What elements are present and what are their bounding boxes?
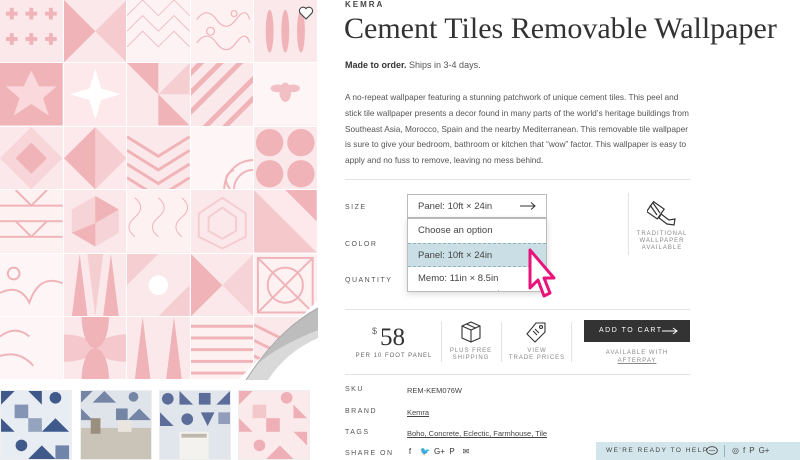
tile-pattern bbox=[127, 0, 191, 64]
tile-pattern bbox=[190, 63, 255, 127]
traditional-wallpaper-link[interactable]: TRADITIONAL WALLPAPER AVAILABLE bbox=[628, 193, 690, 255]
tile-pattern bbox=[127, 126, 191, 191]
arrow-right-icon bbox=[520, 202, 536, 210]
product-description: A no-repeat wallpaper featuring a stunni… bbox=[345, 92, 689, 166]
divider bbox=[571, 322, 572, 362]
thumbnail-room[interactable] bbox=[159, 390, 231, 460]
instagram-icon[interactable]: ◎ bbox=[732, 446, 739, 455]
facebook-icon[interactable]: f bbox=[406, 447, 414, 456]
quantity-input-edge[interactable] bbox=[407, 290, 499, 292]
brand-label: BRAND bbox=[345, 408, 378, 415]
share-icons: f 🐦 G+ P ✉ bbox=[406, 447, 470, 456]
tile-pattern bbox=[127, 253, 191, 317]
divider bbox=[724, 445, 725, 457]
tile-pattern bbox=[190, 126, 255, 191]
tile-pattern bbox=[63, 126, 128, 191]
tile-pattern bbox=[0, 316, 64, 380]
tile-pattern bbox=[0, 126, 64, 191]
email-icon[interactable]: ✉ bbox=[462, 447, 470, 456]
afterpay-info: AVAILABLE WITH AFTERPAY bbox=[584, 349, 690, 365]
price-value: 58 bbox=[380, 324, 405, 351]
tile-pattern bbox=[127, 63, 191, 127]
divider bbox=[345, 179, 690, 180]
help-chat-button[interactable]: WE'RE READY TO HELP bbox=[606, 447, 709, 454]
pinterest-icon[interactable]: P bbox=[448, 447, 456, 456]
tile-pattern bbox=[254, 190, 318, 254]
traditional-wallpaper-label: TRADITIONAL WALLPAPER AVAILABLE bbox=[636, 231, 688, 251]
chat-bubble-icon[interactable] bbox=[706, 446, 718, 456]
price-unit-label: PER 10 FOOT PANEL bbox=[355, 353, 433, 359]
tile-pattern bbox=[63, 253, 128, 317]
tile-pattern bbox=[63, 63, 128, 127]
divider bbox=[345, 374, 690, 375]
tile-pattern bbox=[190, 190, 255, 254]
social-links: ◎ f P G+ bbox=[732, 446, 769, 455]
shipping-info: Made to order. Ships in 3-4 days. bbox=[345, 60, 481, 70]
heart-icon bbox=[298, 6, 314, 20]
tags-label: TAGS bbox=[345, 429, 370, 436]
facebook-icon[interactable]: f bbox=[743, 446, 745, 455]
price-currency: $ bbox=[372, 326, 378, 336]
dropdown-option-choose[interactable]: Choose an option bbox=[408, 219, 546, 243]
brand-name[interactable]: KEMRA bbox=[345, 0, 384, 9]
sku-label: SKU bbox=[345, 386, 364, 393]
help-chat-bar: WE'RE READY TO HELP ◎ f P G+ bbox=[596, 442, 800, 460]
brand-link[interactable]: Kemra bbox=[407, 408, 429, 417]
paintbrush-icon bbox=[647, 201, 676, 226]
tile-pattern bbox=[63, 190, 128, 254]
tile-pattern bbox=[0, 253, 64, 317]
tile-pattern bbox=[254, 63, 318, 127]
thumbnail-kitchen[interactable] bbox=[80, 390, 152, 460]
tags-links[interactable]: Boho, Concrete, Eclectic, Farmhouse, Til… bbox=[407, 429, 547, 438]
product-main-image[interactable] bbox=[0, 0, 318, 380]
size-select[interactable]: Panel: 10ft × 24in bbox=[407, 194, 547, 218]
tile-pattern bbox=[127, 190, 191, 254]
wishlist-heart-button[interactable] bbox=[298, 5, 314, 21]
peel-corner-graphic bbox=[238, 300, 318, 380]
tile-pattern bbox=[127, 316, 191, 380]
share-label: SHARE ON bbox=[345, 450, 394, 457]
free-shipping-info: PLUS FREE SHIPPING bbox=[441, 320, 501, 364]
afterpay-link[interactable]: AFTERPAY bbox=[584, 357, 690, 365]
pointer-cursor-icon bbox=[528, 248, 556, 298]
tile-pattern bbox=[0, 190, 64, 254]
add-to-cart-label: ADD TO CART bbox=[599, 327, 663, 334]
google-plus-icon[interactable]: G+ bbox=[759, 446, 770, 455]
size-select-value: Panel: 10ft × 24in bbox=[418, 201, 493, 212]
google-plus-icon[interactable]: G+ bbox=[434, 447, 445, 456]
color-label: COLOR bbox=[345, 241, 378, 248]
tile-pattern bbox=[63, 316, 128, 380]
ships-in-text: Ships in 3-4 days. bbox=[409, 60, 481, 70]
size-label: SIZE bbox=[345, 204, 367, 211]
trade-prices-label: VIEW TRADE PRICES bbox=[508, 348, 566, 361]
add-to-cart-button[interactable]: ADD TO CART bbox=[584, 320, 690, 342]
trade-prices-link[interactable]: VIEW TRADE PRICES bbox=[507, 320, 567, 364]
afterpay-text: AVAILABLE WITH bbox=[605, 350, 669, 356]
free-shipping-label: PLUS FREE SHIPPING bbox=[449, 348, 493, 361]
price-tag-icon bbox=[526, 322, 546, 343]
pinterest-icon[interactable]: P bbox=[749, 446, 754, 455]
thumbnail-pink-tiles[interactable] bbox=[238, 390, 310, 460]
thumbnail-blue-tiles[interactable] bbox=[0, 390, 72, 460]
arrow-right-icon bbox=[662, 327, 678, 335]
made-to-order-label: Made to order. bbox=[345, 60, 407, 70]
tile-pattern bbox=[254, 126, 318, 191]
divider bbox=[345, 309, 690, 310]
divider bbox=[501, 322, 502, 362]
quantity-label: QUANTITY bbox=[345, 277, 393, 284]
twitter-icon[interactable]: 🐦 bbox=[420, 447, 430, 456]
box-icon bbox=[461, 321, 481, 343]
tile-pattern bbox=[63, 0, 128, 64]
price-block: $ 58 PER 10 FOOT PANEL bbox=[345, 322, 433, 362]
tile-pattern bbox=[0, 0, 64, 64]
tile-pattern bbox=[190, 0, 255, 64]
tile-pattern bbox=[0, 63, 64, 127]
product-title: Cement Tiles Removable Wallpaper bbox=[344, 12, 777, 45]
thumbnail-strip bbox=[0, 390, 318, 460]
sku-value: REM-KEM076W bbox=[407, 386, 463, 395]
